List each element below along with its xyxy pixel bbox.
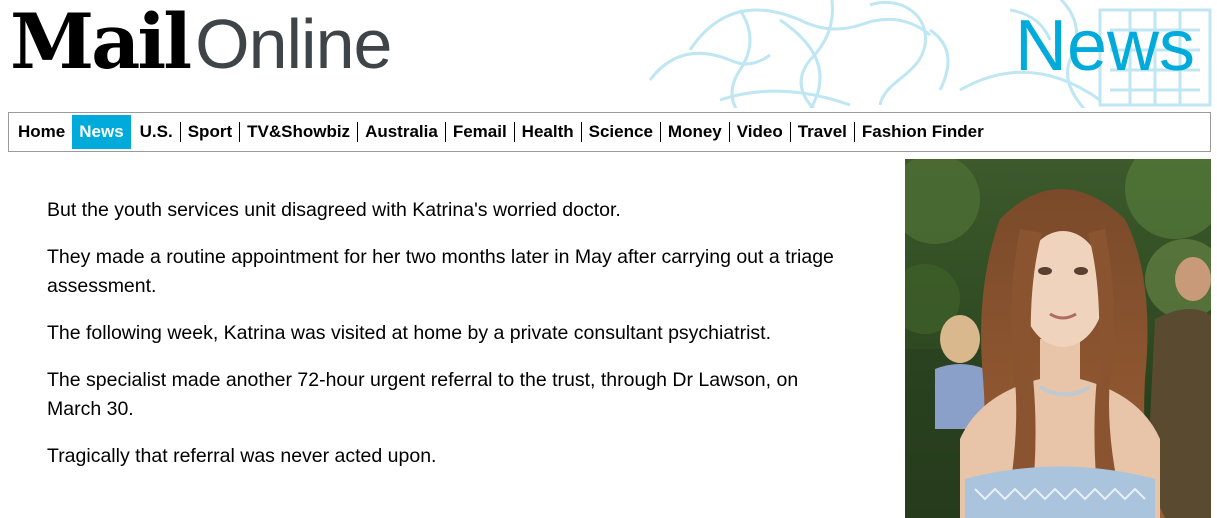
nav-item-travel[interactable]: Travel: [791, 115, 854, 149]
article-paragraph: But the youth services unit disagreed wi…: [47, 199, 621, 221]
masthead: Mail Online News: [0, 0, 1217, 108]
nav-item-fashion-finder[interactable]: Fashion Finder: [855, 115, 991, 149]
logo-mail-text: Mail: [10, 0, 192, 86]
nav-item-australia[interactable]: Australia: [358, 115, 445, 149]
nav-item-science[interactable]: Science: [582, 115, 660, 149]
nav-item-femail[interactable]: Femail: [446, 115, 514, 149]
mailonline-logo[interactable]: Mail Online: [10, 0, 392, 86]
portrait-image: [905, 159, 1211, 518]
article-paragraph: They made a routine appointment for her …: [47, 246, 834, 297]
section-title: News: [1014, 6, 1195, 86]
nav-item-sport[interactable]: Sport: [181, 115, 239, 149]
nav-item-tvshowbiz[interactable]: TV&Showbiz: [240, 115, 357, 149]
article-photo: [905, 159, 1211, 518]
nav-item-video[interactable]: Video: [730, 115, 790, 149]
logo-online-text: Online: [195, 5, 392, 83]
article-paragraph: Tragically that referral was never acted…: [47, 445, 437, 467]
nav-item-money[interactable]: Money: [661, 115, 729, 149]
nav-item-home[interactable]: Home: [11, 115, 72, 149]
nav-item-news[interactable]: News: [72, 115, 131, 149]
main-navigation: Home News U.S. Sport TV&Showbiz Australi…: [8, 112, 1211, 152]
article-paragraph: The following week, Katrina was visited …: [47, 322, 772, 344]
nav-item-health[interactable]: Health: [515, 115, 581, 149]
article-paragraph: The specialist made another 72-hour urge…: [47, 369, 799, 420]
nav-item-us[interactable]: U.S.: [133, 115, 180, 149]
article-body: But the youth services unit disagreed wi…: [47, 196, 847, 489]
